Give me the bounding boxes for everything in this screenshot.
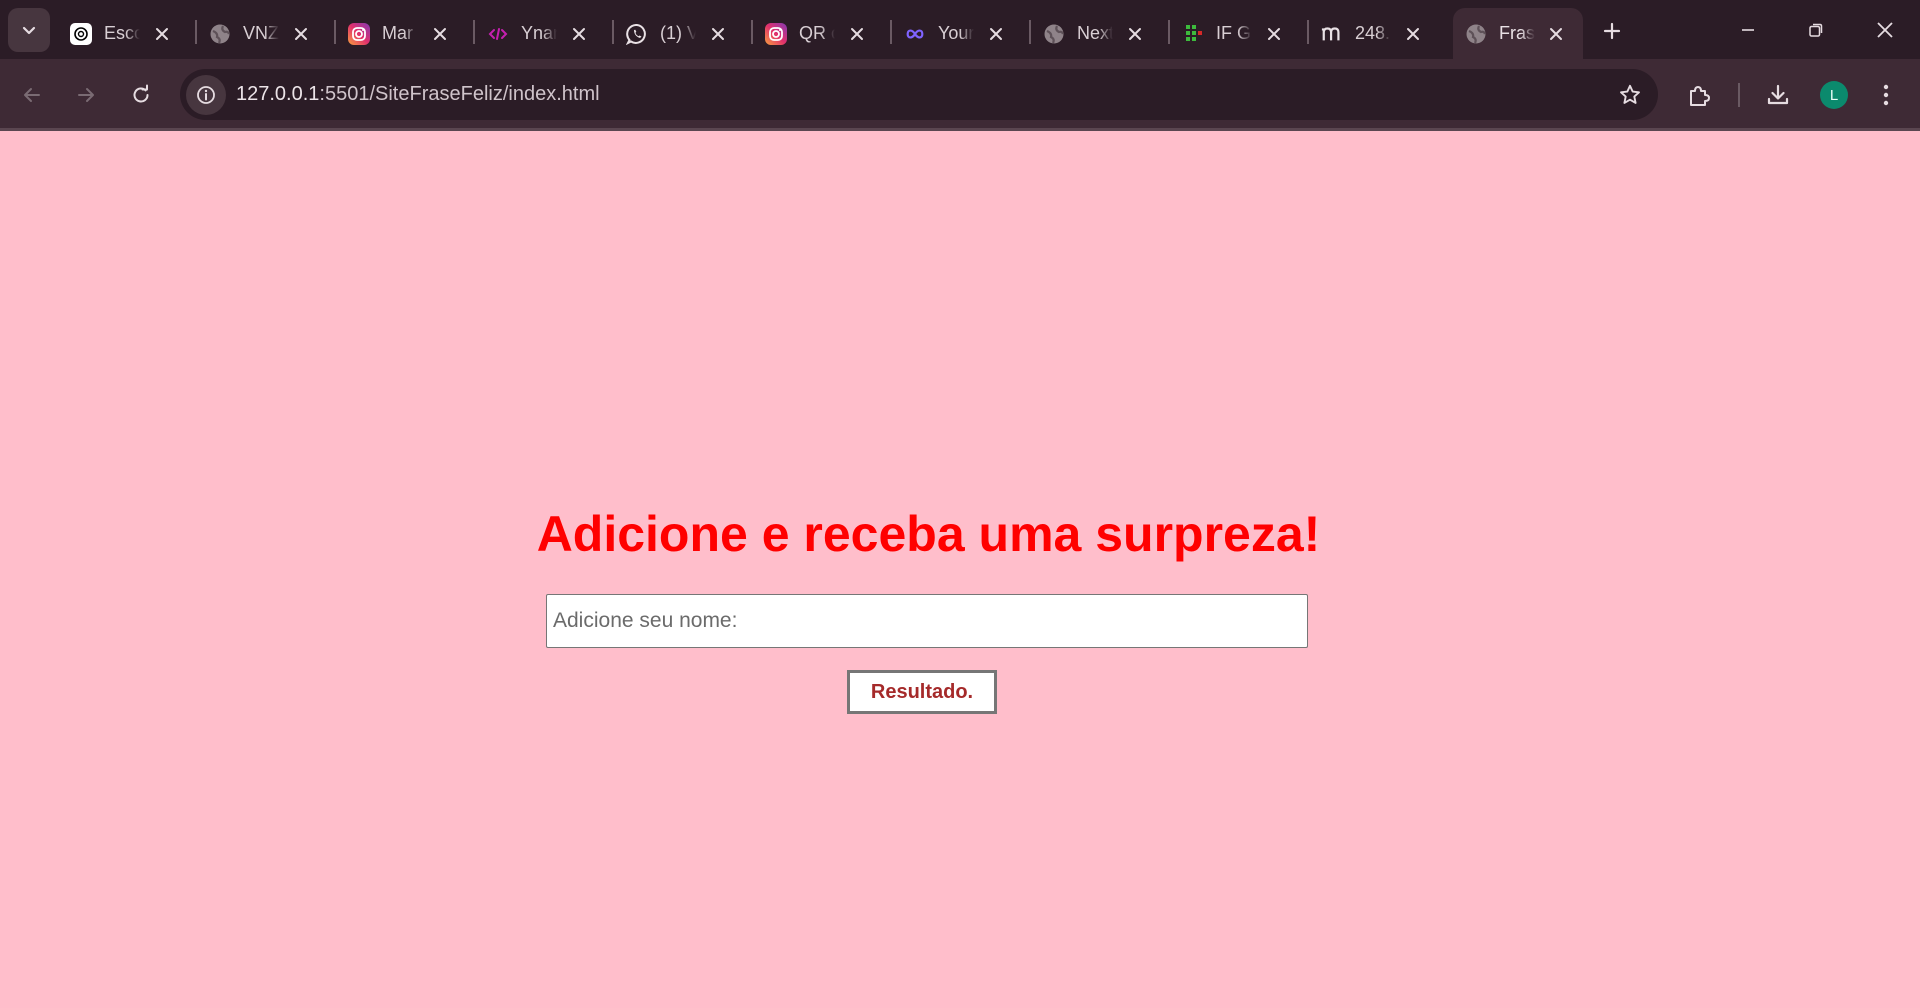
tab-title: QR c bbox=[799, 23, 835, 43]
extensions-button[interactable] bbox=[1680, 76, 1718, 114]
back-button[interactable] bbox=[13, 76, 51, 114]
forward-button[interactable] bbox=[67, 76, 105, 114]
browser-tab[interactable]: 248. bbox=[1309, 8, 1448, 59]
browser-tab-active[interactable]: Fras bbox=[1453, 8, 1583, 59]
tab-title: IF G bbox=[1216, 23, 1251, 43]
tab-title: Next bbox=[1077, 23, 1113, 43]
star-icon bbox=[1620, 84, 1640, 104]
tab-title: 248. bbox=[1355, 23, 1391, 43]
browser-tab[interactable]: Ynar bbox=[475, 8, 614, 59]
bookmark-button[interactable] bbox=[1616, 81, 1644, 109]
browser-tab[interactable]: QR c bbox=[753, 8, 892, 59]
browser-tab[interactable]: IF G bbox=[1170, 8, 1309, 59]
toolbar-divider bbox=[1738, 83, 1740, 107]
tab-title: (1) V bbox=[660, 23, 696, 43]
browser-tab[interactable]: VNZ bbox=[197, 8, 336, 59]
code-icon bbox=[487, 23, 509, 45]
close-icon[interactable] bbox=[429, 23, 451, 45]
url-host: 127.0.0.1 bbox=[236, 83, 320, 105]
close-icon[interactable] bbox=[985, 23, 1007, 45]
info-icon bbox=[197, 86, 215, 104]
browser-menu-button[interactable] bbox=[1867, 76, 1905, 114]
browser-toolbar: 127.0.0.1:5501/SiteFraseFeliz/index.html… bbox=[0, 59, 1920, 130]
minimize-icon bbox=[1742, 29, 1754, 31]
arrow-right-icon bbox=[78, 88, 94, 102]
close-icon bbox=[1877, 22, 1893, 38]
reload-icon bbox=[133, 84, 149, 103]
minimize-button[interactable] bbox=[1720, 8, 1776, 52]
new-tab-button[interactable] bbox=[1595, 14, 1629, 48]
downloads-button[interactable] bbox=[1759, 76, 1797, 114]
close-icon[interactable] bbox=[568, 23, 590, 45]
browser-tab[interactable]: Your bbox=[892, 8, 1031, 59]
instagram-icon bbox=[765, 22, 787, 45]
tab-search-button[interactable] bbox=[8, 8, 50, 52]
close-icon[interactable] bbox=[1263, 23, 1285, 45]
tab-title: Your bbox=[938, 23, 974, 43]
grid-dots-icon bbox=[1182, 23, 1204, 45]
meta-infinity-icon bbox=[904, 23, 926, 45]
name-input[interactable] bbox=[546, 594, 1308, 648]
arrow-left-icon bbox=[24, 88, 40, 102]
tab-title: Mar bbox=[382, 23, 413, 43]
tab-title: Ynar bbox=[521, 23, 557, 43]
browser-tab[interactable]: (1) V bbox=[614, 8, 753, 59]
tab-title: Fras bbox=[1499, 23, 1535, 43]
close-icon[interactable] bbox=[846, 23, 868, 45]
reload-button[interactable] bbox=[122, 76, 160, 114]
close-icon[interactable] bbox=[707, 23, 729, 45]
close-icon[interactable] bbox=[151, 23, 173, 45]
plus-icon bbox=[1603, 22, 1621, 40]
page-heading: Adicione e receba uma surpreza! bbox=[536, 506, 1321, 562]
whatsapp-icon bbox=[626, 23, 648, 45]
more-vertical-icon bbox=[1883, 84, 1889, 106]
restore-icon bbox=[1809, 23, 1823, 37]
globe-icon bbox=[209, 23, 231, 45]
download-icon bbox=[1767, 84, 1789, 105]
profile-avatar[interactable]: L bbox=[1820, 81, 1848, 109]
close-icon[interactable] bbox=[290, 23, 312, 45]
close-icon[interactable] bbox=[1124, 23, 1146, 45]
close-icon[interactable] bbox=[1402, 23, 1424, 45]
close-window-button[interactable] bbox=[1857, 8, 1913, 52]
browser-tab[interactable]: Next bbox=[1031, 8, 1170, 59]
restore-button[interactable] bbox=[1788, 8, 1844, 52]
instagram-icon bbox=[348, 22, 370, 45]
globe-icon bbox=[1465, 23, 1487, 45]
browser-tab-strip: Esco VNZ Mar Ynar (1) V QR Your Next IF … bbox=[0, 0, 1920, 59]
m-logo-icon bbox=[1321, 23, 1343, 45]
tab-title: VNZ bbox=[243, 23, 279, 43]
chatgpt-icon bbox=[70, 22, 92, 45]
site-info-button[interactable] bbox=[186, 75, 226, 115]
close-icon[interactable] bbox=[1545, 23, 1567, 45]
globe-icon bbox=[1043, 23, 1065, 45]
url-text[interactable]: 127.0.0.1:5501/SiteFraseFeliz/index.html bbox=[236, 83, 600, 106]
page-content: Adicione e receba uma surpreza! Resultad… bbox=[0, 131, 1920, 1008]
result-button[interactable]: Resultado. bbox=[847, 670, 997, 714]
puzzle-icon bbox=[1690, 86, 1710, 106]
browser-tab[interactable]: Mar bbox=[336, 8, 475, 59]
browser-tab[interactable]: Esco bbox=[58, 8, 197, 59]
address-bar[interactable]: 127.0.0.1:5501/SiteFraseFeliz/index.html bbox=[180, 69, 1658, 120]
tab-title: Esco bbox=[104, 23, 140, 43]
url-path: :5501/SiteFraseFeliz/index.html bbox=[319, 83, 600, 105]
chevron-down-icon bbox=[22, 26, 36, 35]
